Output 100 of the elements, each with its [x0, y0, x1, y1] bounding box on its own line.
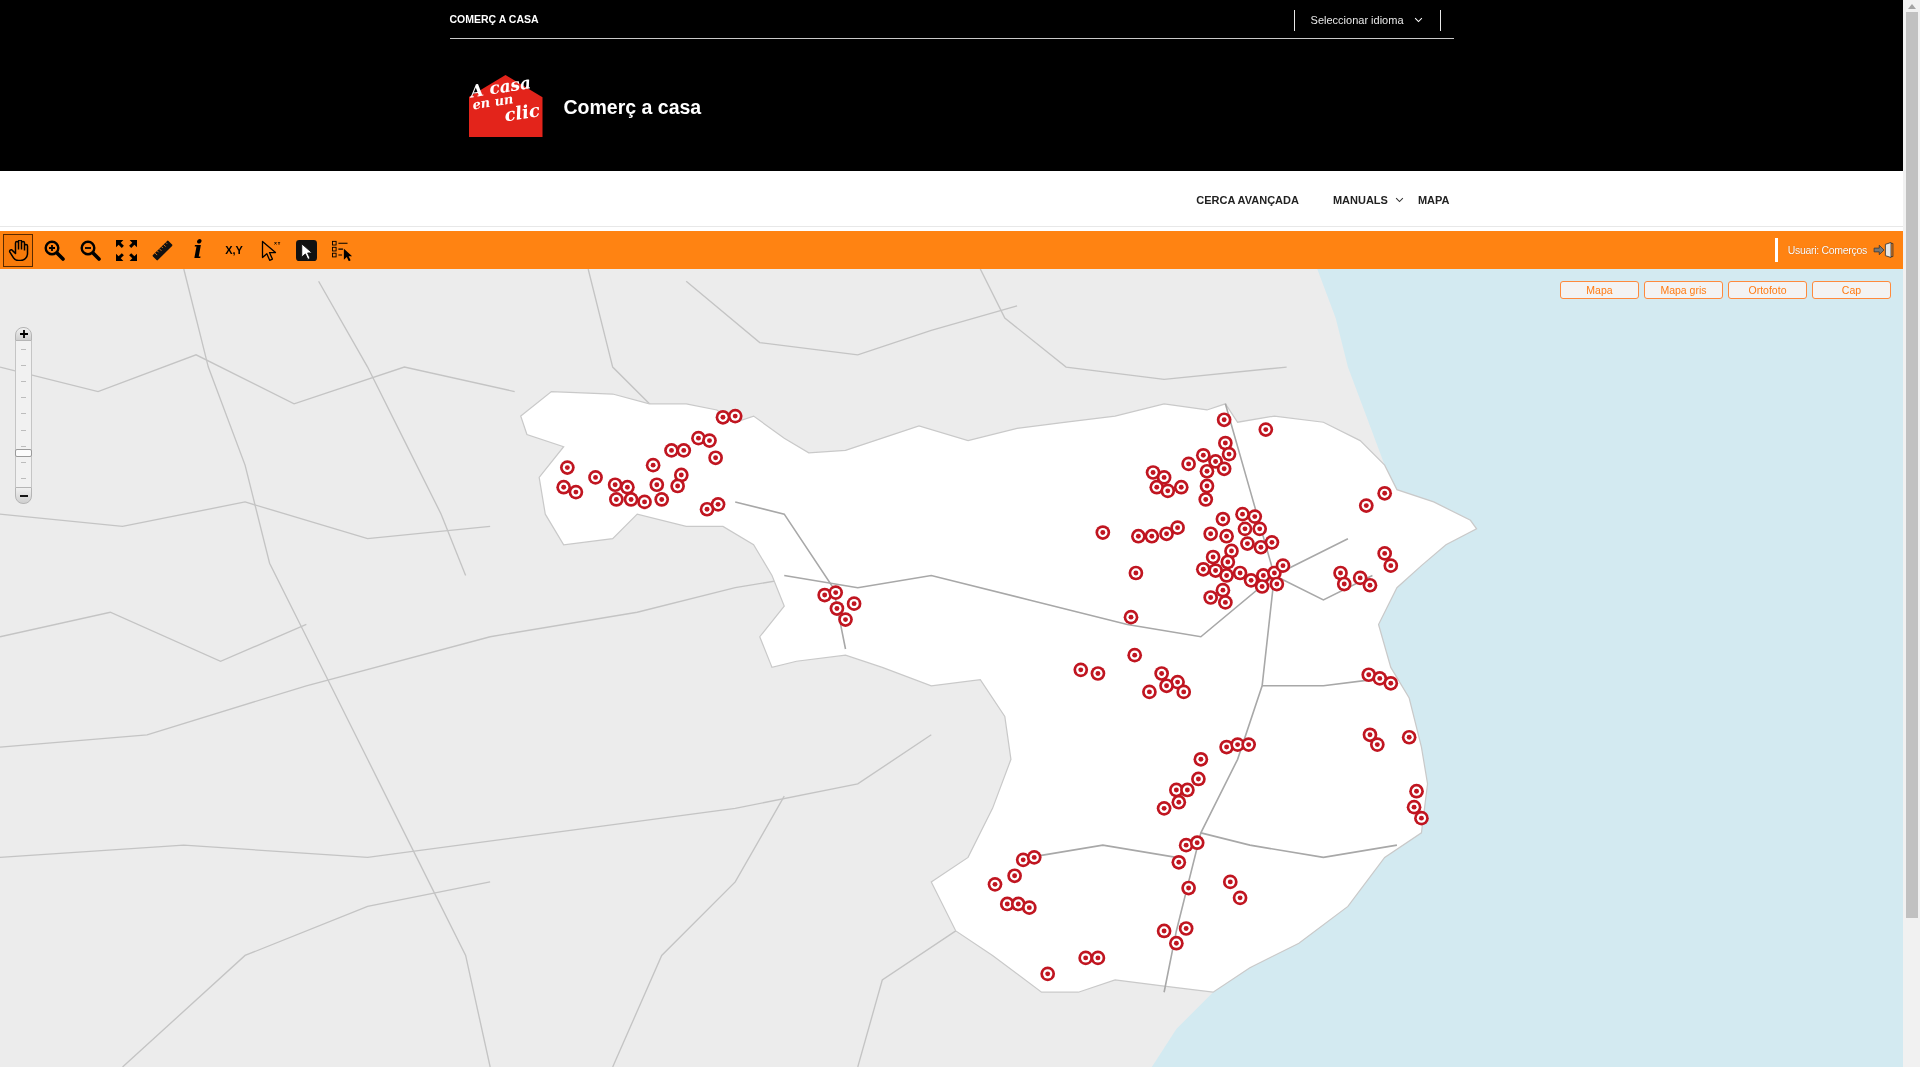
map-marker-icon[interactable] [1154, 666, 1169, 681]
map-marker-icon[interactable] [1383, 558, 1399, 573]
map-marker-icon[interactable] [556, 479, 571, 495]
brand-name[interactable]: Comerç a casa [563, 96, 702, 119]
map-marker-icon[interactable] [1144, 528, 1160, 544]
map-marker-icon[interactable] [1095, 525, 1111, 540]
nav-link[interactable]: MAPA [1417, 193, 1454, 206]
map-marker-icon[interactable] [1358, 498, 1374, 513]
map-marker-icon[interactable] [1203, 526, 1218, 542]
map-marker-icon[interactable] [1198, 492, 1214, 507]
map-marker-icon[interactable] [645, 457, 661, 473]
map-marker-icon[interactable] [1142, 684, 1157, 700]
map-marker-icon[interactable] [607, 477, 623, 493]
map-marker-icon[interactable] [1220, 554, 1236, 570]
map-marker-icon[interactable] [1199, 463, 1215, 479]
map-marker-icon[interactable] [1377, 485, 1392, 501]
map-marker-icon[interactable] [1205, 549, 1221, 565]
map-marker-icon[interactable] [1128, 565, 1144, 581]
map-marker-icon[interactable] [1362, 577, 1378, 593]
map-marker-icon[interactable] [1026, 850, 1042, 865]
pan-tool-button[interactable] [3, 233, 33, 267]
map-marker-icon[interactable] [1232, 565, 1248, 581]
map-marker-icon[interactable] [1232, 890, 1248, 906]
map-marker-icon[interactable] [623, 492, 639, 507]
map-marker-icon[interactable] [1160, 483, 1176, 499]
map-marker-icon[interactable] [708, 450, 723, 466]
map-marker-icon[interactable] [1173, 479, 1189, 495]
map-marker-icon[interactable] [1193, 751, 1209, 767]
map-marker-icon[interactable] [1241, 737, 1256, 752]
map-marker-icon[interactable] [1219, 528, 1234, 544]
map-marker-icon[interactable] [609, 492, 624, 507]
map-marker-icon[interactable] [1247, 509, 1263, 524]
logout-button[interactable] [1873, 242, 1894, 258]
map-marker-icon[interactable] [1007, 868, 1022, 884]
map-marker-icon[interactable] [649, 477, 665, 493]
map-marker-icon[interactable] [1219, 568, 1234, 583]
map-marker-icon[interactable] [1127, 647, 1143, 663]
map-marker-icon[interactable] [710, 497, 726, 512]
map-marker-icon[interactable] [1180, 782, 1195, 798]
zoom-out-button[interactable] [15, 487, 32, 504]
map-marker-icon[interactable] [1221, 446, 1237, 462]
nav-link[interactable]: CERCA AVANÇADA [1196, 193, 1303, 206]
map-marker-icon[interactable] [1275, 558, 1291, 573]
map-marker-icon[interactable] [1189, 835, 1205, 851]
map-marker-icon[interactable] [715, 409, 731, 425]
map-marker-icon[interactable] [1159, 678, 1174, 694]
map-marker-icon[interactable] [1156, 923, 1172, 939]
map-marker-icon[interactable] [1131, 528, 1146, 544]
map-marker-icon[interactable] [1409, 783, 1424, 799]
map-marker-icon[interactable] [1040, 966, 1056, 982]
language-select[interactable]: Seleccionar idioma [1294, 14, 1440, 26]
map-marker-icon[interactable] [1401, 729, 1417, 745]
map-marker-icon[interactable] [1090, 950, 1106, 966]
map-marker-icon[interactable] [846, 596, 862, 611]
map-marker-icon[interactable] [1336, 576, 1352, 592]
map-marker-icon[interactable] [620, 479, 635, 495]
map-marker-icon[interactable] [1240, 536, 1255, 551]
map-marker-icon[interactable] [987, 877, 1003, 892]
map-marker-icon[interactable] [1021, 900, 1037, 915]
map-marker-icon[interactable] [1216, 461, 1232, 477]
map-marker-icon[interactable] [1078, 950, 1094, 966]
map-marker-icon[interactable] [1252, 521, 1268, 537]
map-marker-icon[interactable] [1269, 576, 1285, 592]
map-marker-icon[interactable] [828, 585, 844, 600]
map-marker-icon[interactable] [1235, 506, 1250, 522]
map-marker-icon[interactable] [1090, 666, 1106, 681]
map-marker-icon[interactable] [670, 478, 685, 494]
map-marker-icon[interactable] [654, 492, 670, 507]
map-marker-icon[interactable] [1258, 422, 1274, 437]
map-marker-icon[interactable] [1171, 794, 1187, 810]
map-marker-icon[interactable] [1195, 561, 1211, 577]
map-marker-icon[interactable] [1169, 935, 1184, 951]
zoom-slider-thumb[interactable] [15, 448, 32, 457]
map-marker-icon[interactable] [1237, 521, 1253, 537]
map-marker-icon[interactable] [838, 612, 853, 627]
map-marker-icon[interactable] [1218, 595, 1233, 610]
logo[interactable]: A casa en un clic [468, 75, 553, 137]
map-marker-icon[interactable] [727, 408, 743, 424]
map-marker-icon[interactable] [829, 601, 845, 616]
zoom-in-button[interactable] [15, 327, 32, 341]
site-title[interactable]: COMERÇ A CASA [449, 13, 539, 25]
map-marker-icon[interactable] [1181, 456, 1196, 472]
map-marker-icon[interactable] [1253, 539, 1269, 555]
map-marker-icon[interactable] [588, 470, 603, 485]
map-marker-icon[interactable] [1414, 810, 1429, 826]
map-marker-icon[interactable] [1123, 609, 1139, 625]
map-marker-icon[interactable] [1156, 801, 1172, 816]
map-marker-icon[interactable] [1178, 921, 1194, 936]
map-marker-icon[interactable] [560, 460, 575, 475]
map-marker-icon[interactable] [664, 443, 679, 458]
map-marker-icon[interactable] [1199, 478, 1215, 494]
map-marker-icon[interactable] [1159, 526, 1174, 542]
map-marker-icon[interactable] [568, 484, 584, 500]
map-marker-icon[interactable] [1073, 662, 1089, 678]
map-marker-icon[interactable] [676, 443, 692, 458]
map-marker-icon[interactable] [1215, 511, 1231, 527]
map-marker-icon[interactable] [1171, 854, 1187, 870]
map-marker-icon[interactable] [1406, 799, 1422, 815]
scrollbar-thumb[interactable] [1905, 12, 1918, 918]
info-tool-button[interactable]: i [183, 233, 213, 267]
